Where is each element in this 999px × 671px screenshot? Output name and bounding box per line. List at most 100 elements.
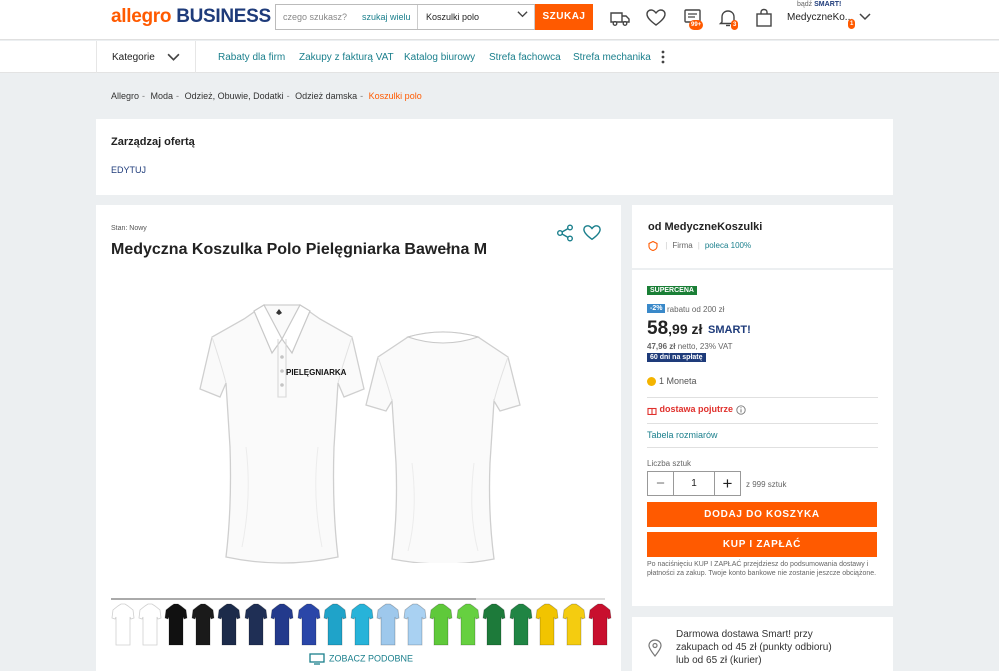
gallery-thumbnail[interactable] (297, 603, 321, 647)
breadcrumb-item[interactable]: Odzież damska (295, 91, 357, 101)
gallery-thumbnail[interactable] (482, 603, 506, 647)
gallery-thumbnail[interactable] (191, 603, 215, 647)
manage-offer-card: Zarządzaj ofertą EDYTUJ (96, 119, 893, 195)
search-bar: czego szukasz? szukaj wielu Koszulki pol… (275, 4, 593, 30)
gallery-thumbnails (111, 603, 612, 649)
search-multiple-link[interactable]: szukaj wielu (362, 12, 411, 22)
size-table-link[interactable]: Tabela rozmiarów (647, 430, 718, 440)
info-icon[interactable] (735, 404, 746, 415)
search-input[interactable]: czego szukasz? (283, 12, 347, 22)
nav-link-katalog[interactable]: Katalog biurowy (404, 52, 475, 63)
gallery-thumbnail[interactable] (323, 603, 347, 647)
heart-icon[interactable] (646, 8, 666, 28)
divider (647, 447, 878, 448)
decrease-quantity-button[interactable]: − (648, 472, 674, 495)
manage-offer-title: Zarządzaj ofertą (111, 136, 195, 148)
notifications-badge: 3 (731, 20, 739, 30)
gallery-scrollbar[interactable] (111, 598, 605, 600)
breadcrumb-item[interactable]: Odzież, Obuwie, Dodatki (185, 91, 284, 101)
smart-logo: SMART! (708, 324, 751, 336)
chevron-down-icon (859, 13, 871, 21)
seller-badge-icon (648, 240, 658, 252)
chevron-down-icon (167, 53, 180, 61)
more-vertical-icon[interactable] (658, 49, 668, 65)
messages-badge: 99+ (689, 20, 704, 30)
category-select-value: Koszulki polo (426, 12, 480, 22)
location-pin-icon (648, 639, 662, 657)
breadcrumb-separator: - (360, 91, 364, 101)
price-main: 58 (647, 318, 669, 339)
account-menu[interactable]: bądź SMART! MedyczneKo... 1 (787, 0, 877, 40)
smart-label: SMART! (814, 1, 842, 8)
search-button[interactable]: SZUKAJ (535, 4, 593, 30)
chevron-down-icon (517, 11, 528, 18)
account-badge: 1 (848, 19, 856, 29)
nav-link-faktura[interactable]: Zakupy z fakturą VAT (299, 52, 394, 63)
allegro-business-logo[interactable]: allegro BUSINESS (111, 6, 271, 28)
condition-label: Stan: Nowy (111, 225, 147, 232)
add-to-cart-button[interactable]: DODAJ DO KOSZYKA (647, 502, 877, 527)
product-image-front[interactable]: PIELĘGNIARKA (192, 297, 372, 565)
favorite-heart-icon[interactable] (583, 224, 601, 242)
free-delivery-text: Darmowa dostawa Smart! przy zakupach od … (676, 629, 832, 666)
quantity-input[interactable]: 1 (674, 472, 714, 495)
monitor-icon (309, 653, 325, 665)
gallery-thumbnail[interactable] (111, 603, 135, 647)
discount-badge: -2% (647, 304, 666, 313)
gallery-thumbnail[interactable] (217, 603, 241, 647)
quantity-available: z 999 sztuk (746, 480, 787, 489)
pay-later-badge[interactable]: 60 dni na spłatę (647, 353, 706, 362)
shirt-print-text: PIELĘGNIARKA (286, 368, 347, 377)
gallery-thumbnail[interactable] (270, 603, 294, 647)
logo-business: BUSINESS (176, 6, 271, 27)
buy-now-button[interactable]: KUP I ZAPŁAĆ (647, 532, 877, 557)
category-select[interactable]: Koszulki polo (417, 5, 535, 29)
gallery-thumbnail[interactable] (588, 603, 612, 647)
gallery-thumbnail[interactable] (509, 603, 533, 647)
see-similar-button[interactable]: ZOBACZ PODOBNE (309, 653, 413, 665)
gallery-thumbnail[interactable] (244, 603, 268, 647)
smart-promo[interactable]: bądź SMART! (797, 1, 841, 8)
bag-icon[interactable] (754, 8, 774, 28)
nav-link-rabaty[interactable]: Rabaty dla firm (218, 52, 285, 63)
gallery-thumbnail[interactable] (456, 603, 480, 647)
category-nav: Kategorie Rabaty dla firm Zakupy z faktu… (0, 41, 999, 73)
seller-meta: | Firma | poleca 100% (648, 240, 751, 252)
breadcrumb-separator: - (286, 91, 290, 101)
breadcrumb-item[interactable]: Allegro (111, 91, 139, 101)
increase-quantity-button[interactable]: + (714, 472, 740, 495)
seller-recommend[interactable]: poleca 100% (705, 241, 751, 250)
gallery-thumbnail[interactable] (403, 603, 427, 647)
nav-link-mechanik[interactable]: Strefa mechanika (573, 52, 651, 63)
product-image-back[interactable] (362, 323, 524, 563)
gallery-thumbnail[interactable] (138, 603, 162, 647)
gallery-scrollbar-thumb[interactable] (111, 598, 476, 600)
gallery-thumbnail[interactable] (562, 603, 586, 647)
logo-allegro: allegro (111, 6, 172, 27)
breadcrumb-separator: - (176, 91, 180, 101)
divider (647, 397, 878, 398)
gallery-thumbnail[interactable] (429, 603, 453, 647)
buy-box: SUPERCENA -2% rabatu od 200 zł 58,99 zł … (632, 270, 893, 606)
gallery-thumbnail[interactable] (376, 603, 400, 647)
gallery-thumbnail[interactable] (535, 603, 559, 647)
delivery-info[interactable]: dostawa pojutrze (647, 404, 746, 415)
breadcrumb-current[interactable]: Koszulki polo (369, 91, 422, 101)
nav-link-fachowiec[interactable]: Strefa fachowca (489, 52, 561, 63)
breadcrumb-item[interactable]: Moda (151, 91, 174, 101)
gallery-thumbnail[interactable] (350, 603, 374, 647)
share-icon[interactable] (556, 224, 574, 242)
categories-dropdown[interactable]: Kategorie (96, 41, 196, 73)
smart-prefix: bądź (797, 1, 813, 8)
truck-icon[interactable] (610, 8, 630, 28)
delivery-label: dostawa pojutrze (659, 404, 734, 414)
seller-name[interactable]: od MedyczneKoszulki (648, 221, 762, 233)
gift-icon (647, 407, 657, 415)
coins-info: 1 Moneta (647, 376, 697, 387)
edit-link[interactable]: EDYTUJ (111, 165, 146, 175)
product-card: Stan: Nowy Medyczna Koszulka Polo Pielęg… (96, 205, 621, 671)
gallery-thumbnail[interactable] (164, 603, 188, 647)
supercena-badge: SUPERCENA (647, 286, 697, 295)
buy-now-note: Po naciśnięciu KUP I ZAPŁAĆ przejdziesz … (647, 561, 877, 577)
product-title: Medyczna Koszulka Polo Pielęgniarka Bawe… (111, 241, 488, 258)
